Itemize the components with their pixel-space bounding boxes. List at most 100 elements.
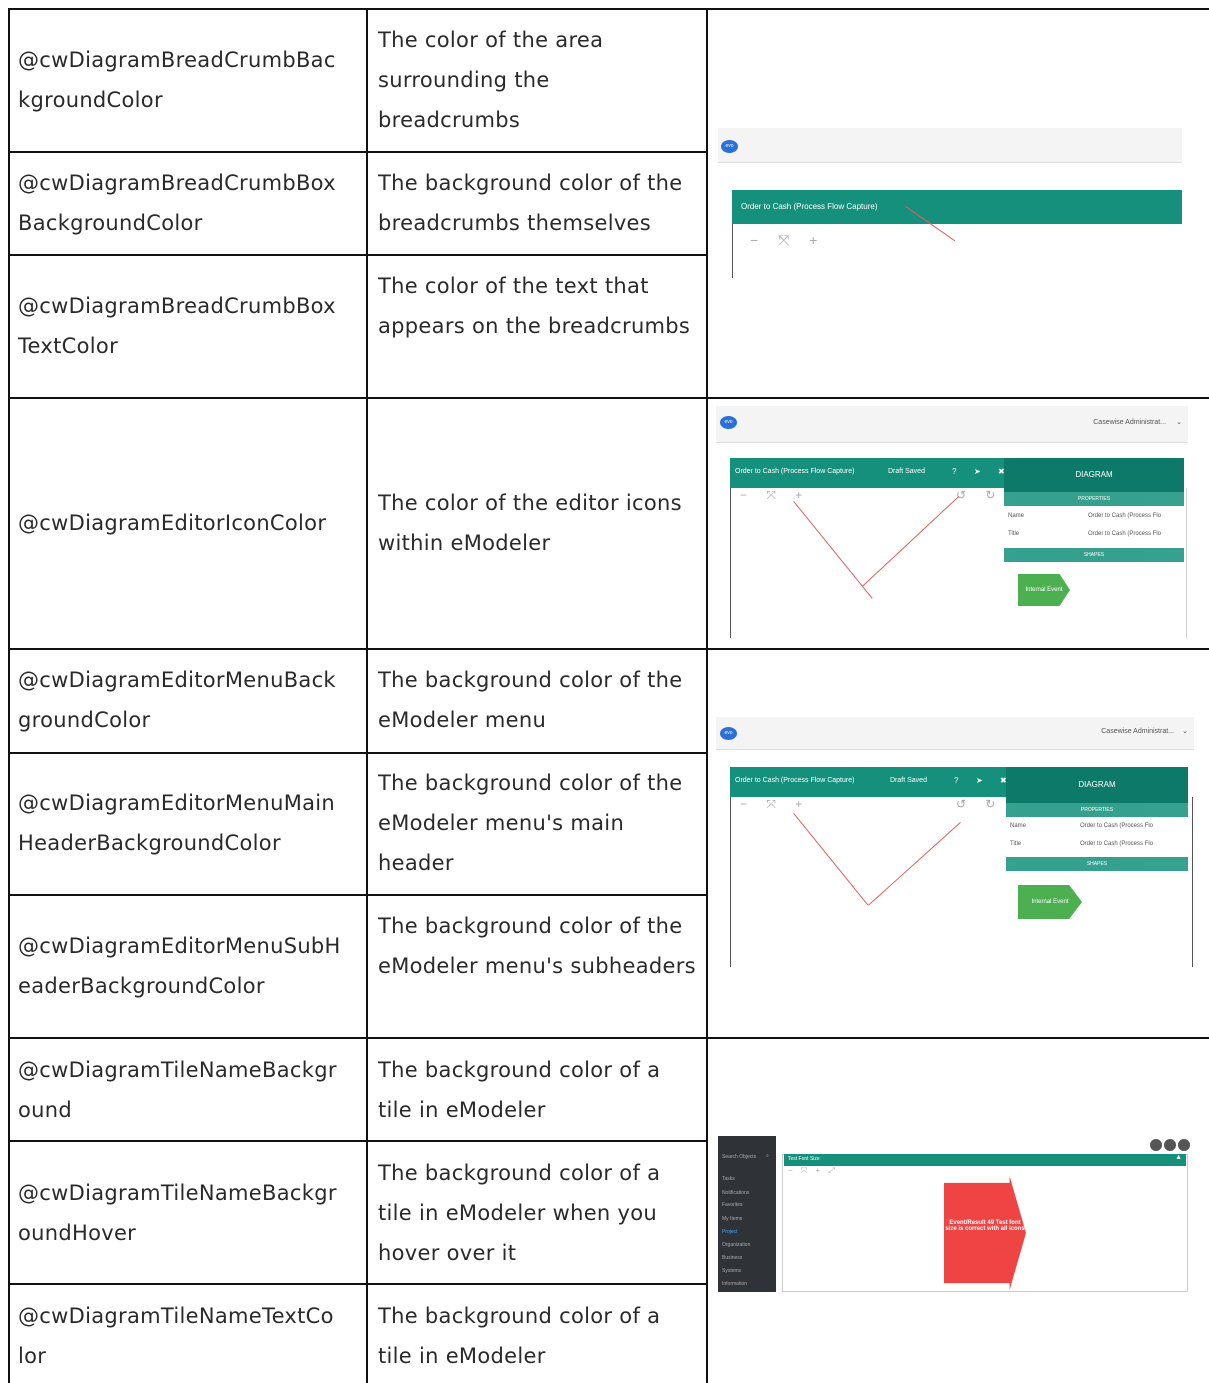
table-rule	[8, 397, 1209, 399]
app-header: evo Casewise Administrat... ⌄	[716, 717, 1194, 750]
sidebar-item[interactable]: Business	[722, 1255, 742, 1261]
prop-title-value: Order to Cash (Process Flo	[1088, 531, 1162, 537]
evo-logo: evo	[721, 140, 738, 153]
app-header: evo	[718, 128, 1182, 163]
sidebar-item[interactable]: Systems	[722, 1268, 741, 1274]
sidebar-item[interactable]: My Items	[722, 1216, 742, 1222]
undo-redo-icon[interactable]: ↺ ↻	[956, 488, 1003, 502]
variable-description: The background color of a tile in eModel…	[378, 1058, 661, 1122]
add-icon[interactable]	[1164, 1139, 1176, 1151]
app-sidebar: Search Objects ⌕ Tasks Notifications Fav…	[718, 1136, 776, 1292]
table-rule	[8, 1283, 708, 1285]
draft-saved-label: Draft Saved	[888, 468, 925, 475]
variable-description: The color of the editor icons within eMo…	[378, 491, 682, 555]
breadcrumb-bar: Order to Cash (Process Flow Capture)	[732, 190, 1182, 224]
table-border-col1	[366, 8, 368, 1383]
annotation-arrow	[793, 813, 869, 906]
sidebar-item[interactable]: Notifications	[722, 1190, 749, 1196]
variable-name: @cwDiagramEditorMenuSubH eaderBackground…	[18, 934, 341, 998]
zoom-controls-icon: − ⤧ +	[750, 232, 826, 248]
table-rule	[8, 151, 708, 153]
breadcrumb-label: Order to Cash (Process Flow Capture)	[735, 777, 855, 784]
sidebar-item[interactable]: Favorites	[722, 1202, 743, 1208]
sidebar-item[interactable]: Project	[722, 1229, 738, 1235]
sidebar-item[interactable]: Tasks	[722, 1176, 735, 1182]
breadcrumb-screenshot: evo Order to Cash (Process Flow Capture)…	[718, 128, 1182, 278]
send-icon[interactable]: ➤	[974, 467, 981, 476]
zoom-controls-icon: − ⤧ +	[740, 797, 811, 811]
variable-description: The background color of the eModeler men…	[378, 914, 696, 978]
breadcrumb-label: Order to Cash (Process Flow Capture)	[741, 202, 878, 211]
prop-title-label: Title	[1008, 531, 1020, 537]
user-menu[interactable]: Casewise Administrat...	[1101, 728, 1174, 735]
prop-name-label: Name	[1008, 513, 1025, 519]
panel-main-header: DIAGRAM	[1004, 458, 1184, 492]
edit-icon[interactable]	[1150, 1139, 1162, 1151]
variable-description: The background color of the eModeler men…	[378, 771, 683, 875]
panel-main-header: DIAGRAM	[1006, 767, 1188, 803]
annotation-arrow	[793, 501, 873, 599]
search-icon[interactable]: ⌕	[766, 1153, 769, 1159]
editor-toolbar: Order to Cash (Process Flow Capture) Dra…	[730, 458, 1018, 488]
table-rule	[8, 752, 708, 754]
variable-name: @cwDiagramBreadCrumbBac kgroundColor	[18, 48, 336, 112]
variable-description: The background color of the breadcrumbs …	[378, 171, 683, 235]
variable-name: @cwDiagramTileNameBackgr oundHover	[18, 1181, 337, 1245]
zoom-controls-icon: − ⤧ +	[740, 488, 811, 502]
table-rule	[8, 894, 708, 896]
search-input[interactable]: Search Objects	[722, 1154, 756, 1160]
variable-name: @cwDiagramBreadCrumbBox TextColor	[18, 294, 336, 358]
chevron-down-icon[interactable]: ⌄	[1176, 418, 1182, 426]
shapes-subheader: SHAPES	[1004, 548, 1184, 562]
app-header: evo Casewise Administrat... ⌄	[716, 406, 1188, 443]
prop-name-value: Order to Cash (Process Flo	[1080, 823, 1154, 829]
undo-redo-icon[interactable]: ↺ ↻	[956, 797, 1003, 811]
event-tile[interactable]: Event/Result 49 Test font size is correc…	[944, 1176, 1026, 1290]
editor-icons-screenshot: evo Casewise Administrat... ⌄ Order to C…	[716, 406, 1188, 638]
draft-saved-label: Draft Saved	[890, 777, 927, 784]
variable-description: The color of the area surrounding the br…	[378, 28, 604, 132]
variable-description: The background color of a tile in eModel…	[378, 1304, 661, 1368]
help-icon[interactable]: ?	[954, 776, 958, 785]
internal-event-shape[interactable]: Internal Event	[1018, 574, 1070, 606]
menu-icon[interactable]	[1178, 1139, 1190, 1151]
annotation-arrow	[868, 822, 961, 906]
table-rule	[8, 648, 1209, 650]
variable-name: @cwDiagramEditorIconColor	[18, 511, 327, 535]
variable-name: @cwDiagramBreadCrumbBox BackgroundColor	[18, 171, 336, 235]
breadcrumb-label: Order to Cash (Process Flow Capture)	[735, 468, 855, 475]
prop-name-value: Order to Cash (Process Flo	[1088, 513, 1162, 519]
tile-screenshot: Search Objects ⌕ Tasks Notifications Fav…	[718, 1136, 1192, 1292]
shapes-subheader: SHAPES	[1006, 857, 1188, 871]
variable-name: @cwDiagramEditorMenuMain HeaderBackgroun…	[18, 791, 336, 855]
table-rule	[8, 254, 708, 256]
internal-event-shape[interactable]: Internal Event	[1018, 885, 1082, 919]
table-rule	[8, 1140, 708, 1142]
variable-description: The background color of the eModeler men…	[378, 668, 683, 732]
table-rule	[8, 1037, 1209, 1039]
variable-description: The color of the text that appears on th…	[378, 274, 691, 338]
variable-name: @cwDiagramTileNameBackgr ound	[18, 1058, 337, 1122]
help-icon[interactable]: ?	[952, 467, 956, 476]
variable-description: The background color of a tile in eModel…	[378, 1161, 661, 1265]
expand-icon[interactable]: ▲	[1175, 1154, 1182, 1161]
sidebar-item[interactable]: Organization	[722, 1242, 750, 1248]
evo-logo: evo	[720, 727, 737, 740]
table-rule	[8, 8, 1209, 10]
prop-title-value: Order to Cash (Process Flo	[1080, 841, 1154, 847]
table-border-col2	[706, 8, 708, 1383]
variable-name: @cwDiagramEditorMenuBack groundColor	[18, 668, 336, 732]
table-border-left	[8, 8, 10, 1383]
tile-header: Test Font Size ▲	[784, 1154, 1186, 1166]
sidebar-item[interactable]: Information	[722, 1281, 747, 1287]
theme-variables-table: @cwDiagramBreadCrumbBac kgroundColor The…	[0, 0, 1209, 1383]
user-menu[interactable]: Casewise Administrat...	[1093, 419, 1166, 426]
properties-subheader: PROPERTIES	[1006, 803, 1188, 817]
properties-subheader: PROPERTIES	[1004, 492, 1184, 506]
variable-name: @cwDiagramTileNameTextCo lor	[18, 1304, 334, 1368]
send-icon[interactable]: ➤	[976, 776, 983, 785]
tile-tab-label: Test Font Size	[788, 1156, 820, 1162]
chevron-down-icon[interactable]: ⌄	[1182, 727, 1188, 735]
prop-name-label: Name	[1010, 823, 1027, 829]
prop-title-label: Title	[1010, 841, 1022, 847]
